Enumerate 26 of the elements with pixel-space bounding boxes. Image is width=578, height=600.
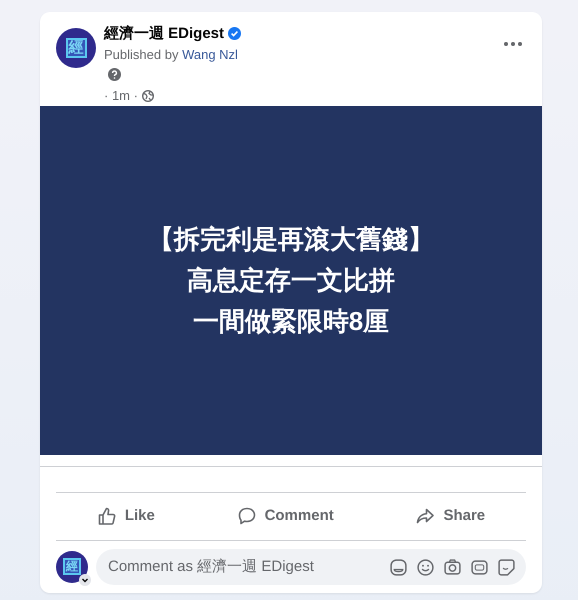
avatar-sticker-icon[interactable] (389, 558, 408, 576)
gif-icon[interactable] (470, 558, 489, 576)
comment-field[interactable]: Comment as 經濟一週 EDigest (96, 548, 526, 584)
more-icon (504, 42, 522, 46)
thumbs-up-icon (96, 506, 117, 526)
headline-text: 一間做緊限時8厘 (192, 305, 390, 338)
share-button[interactable]: Share (399, 497, 502, 536)
user-avatar[interactable]: 經 (56, 550, 88, 582)
comment-button[interactable]: Comment (220, 497, 350, 536)
camera-icon[interactable] (443, 558, 462, 576)
emoji-icon[interactable] (416, 558, 435, 576)
globe-icon (142, 90, 154, 102)
post-image[interactable]: 【拆完利是再滾大舊錢】 高息定存一文比拼 一間做緊限時8厘 (40, 106, 542, 455)
like-button[interactable]: Like (80, 497, 171, 536)
help-icon[interactable] (108, 68, 121, 82)
chevron-down-icon[interactable] (79, 574, 91, 586)
author-link[interactable]: Wang Nzl (182, 47, 238, 62)
published-by-label: Published by (104, 47, 178, 62)
speech-bubble-icon (236, 506, 257, 526)
share-arrow-icon (415, 506, 436, 526)
sticker-icon[interactable] (497, 558, 516, 576)
headline-text: 高息定存一文比拼 (187, 264, 395, 297)
headline-text: 【拆完利是再滾大舊錢】 (148, 223, 434, 256)
timestamp-link[interactable]: · 1m · (104, 87, 138, 104)
page-name[interactable]: 經濟一週 EDigest (104, 22, 224, 46)
page-avatar[interactable]: 經 (56, 28, 96, 68)
